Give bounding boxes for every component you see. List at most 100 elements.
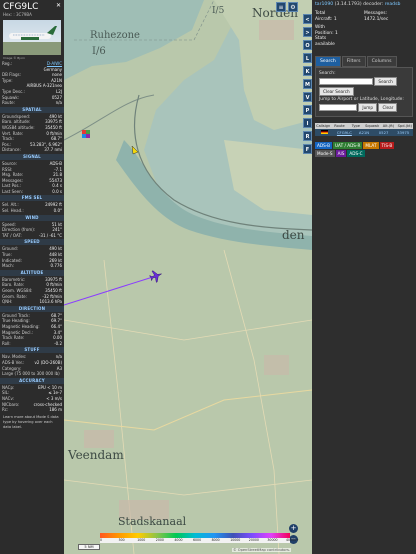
info-sections: SPATIAL Groundspeed: 490 kt Baro. altitude:… <box>0 106 64 413</box>
tab-search[interactable]: Search <box>315 55 341 67</box>
section-title[interactable]: WIND <box>0 214 64 221</box>
home-marker-icon <box>82 130 90 138</box>
jump-input[interactable] <box>319 103 357 111</box>
toggle-p-button[interactable]: P <box>303 105 312 115</box>
toggle-i-button[interactable]: I <box>303 118 312 128</box>
altitude-tick-label: 500 <box>118 538 125 542</box>
source-badge[interactable]: ADS-C <box>347 149 365 157</box>
source-badge[interactable]: ADS-B <box>315 141 332 149</box>
route-row: Route: n/a <box>2 100 62 106</box>
clear-search-button[interactable]: Clear Search <box>319 86 354 96</box>
row-altitude: 33975 <box>397 129 410 135</box>
source-badge[interactable]: Mode-S <box>315 149 335 157</box>
toggle-labels-button[interactable]: L <box>303 53 312 63</box>
layers-menu-button[interactable]: ≡ <box>276 2 286 12</box>
info-value: 0.0 s <box>52 188 62 194</box>
info-value: 0.776 <box>50 263 62 269</box>
info-value: 37.7 nmi <box>44 147 62 153</box>
toggle-v-button[interactable]: V <box>303 92 312 102</box>
stats-block: Total Aircraft: 1 With Position: 1 Stats… <box>312 9 416 50</box>
aircraft-photo[interactable] <box>3 20 61 55</box>
map-view[interactable]: I/5 Ruhezone I/6 Norden den Veendam Stad… <box>64 0 312 554</box>
flag-icon <box>315 129 335 136</box>
toggle-o-button[interactable]: O <box>303 40 312 50</box>
section-accuracy: ACCURACY NACp: EPU < 10 m SIL: ≤ 1e-7 NACv: < … <box>0 377 64 413</box>
section-title[interactable]: ACCURACY <box>0 377 64 384</box>
settings-gear-button[interactable]: ⚙ <box>288 2 298 12</box>
toggle-k-button[interactable]: K <box>303 66 312 76</box>
info-label: Distance: <box>2 147 21 153</box>
info-note: Learn more about Mode S data type by hov… <box>3 414 59 429</box>
search-tab-body: Search: Search Clear Search Jump to Airp… <box>315 66 413 117</box>
tar1090-link[interactable]: tar1090 <box>315 2 333 7</box>
altitude-tick-label: 1000 <box>137 538 146 542</box>
town-label-veendam: Veendam <box>68 448 124 462</box>
clear-jump-button[interactable]: Clear <box>378 102 398 112</box>
altitude-tick-label: 40000+ <box>286 538 299 542</box>
section-fms-sel: FMS SEL Sel. Alt.: 24992 ft Sel. Head.: 0.0° <box>0 195 64 213</box>
info-label: Last Seen: <box>2 188 23 194</box>
table-row[interactable]: CFG9LC A21N 0527 33975 <box>315 128 413 136</box>
map-canvas[interactable] <box>64 0 312 554</box>
source-badge[interactable]: TIS-B <box>379 141 395 149</box>
zone-label-ruhezone: Ruhezone <box>90 30 140 41</box>
altitude-tick-label: 20000 <box>248 538 259 542</box>
search-input[interactable] <box>319 77 373 85</box>
info-label: Mach: <box>2 263 14 269</box>
tab-columns[interactable]: Columns <box>366 55 397 67</box>
altitude-tick-label: 8000 <box>211 538 220 542</box>
section-title[interactable]: ALTITUDE <box>0 269 64 276</box>
info-label: QNH: <box>2 299 13 305</box>
source-legend: ADS-B UAT / ADS-R MLAT TIS-B Mode-S AIS ADS-C <box>315 141 413 157</box>
zoom-in-button[interactable]: + <box>289 524 298 533</box>
stats-available[interactable]: Stats available <box>315 36 340 47</box>
section-title[interactable]: SIGNAL <box>0 153 64 160</box>
info-row: Distance: 37.7 nmi <box>0 147 64 153</box>
info-row: Last Seen: 0.0 s <box>0 189 64 195</box>
zone-label-i6: I/6 <box>92 46 106 57</box>
row-squawk: 0527 <box>378 129 389 135</box>
search-button[interactable]: Search <box>374 76 397 86</box>
section-title[interactable]: FMS SEL <box>0 195 64 202</box>
toggle-f-button[interactable]: F <box>303 144 312 154</box>
panel-tabs: Search Filters Columns <box>315 55 413 67</box>
section-title[interactable]: STUFF <box>0 347 64 354</box>
altitude-tick-label: 2000 <box>155 538 164 542</box>
info-row: Mach: 0.776 <box>0 263 64 269</box>
town-label-den: den <box>282 228 305 242</box>
section-title[interactable]: DIRECTION <box>0 305 64 312</box>
version-text: (3.14.1793) decoder: <box>334 2 384 7</box>
zone-label-i5: I/5 <box>212 6 225 16</box>
jump-button[interactable]: Jump <box>358 102 378 112</box>
section-title[interactable]: SPEED <box>0 239 64 246</box>
row-callsign: CFG9LC <box>336 129 352 135</box>
altitude-tick-label: 4000 <box>174 538 183 542</box>
section-spatial: SPATIAL Groundspeed: 490 kt Baro. altitude:… <box>0 106 64 153</box>
section-wind: WIND Speed: 51 kt Direction (from): 241° TAT … <box>0 214 64 239</box>
altitude-tick-label: 10000 <box>230 538 241 542</box>
selected-callsign: CFG9LC <box>3 2 39 12</box>
selected-aircraft-infoblock: CFG9LC ✕ Hex: : 3C79BA Image © Bjorn Reg… <box>0 0 64 554</box>
altitude-tick-label: 0 <box>100 538 103 542</box>
toggle-sidebar-left-button[interactable]: < <box>303 14 312 24</box>
altitude-tick-label: 30000 <box>267 538 278 542</box>
toggle-m-button[interactable]: M <box>303 79 312 89</box>
source-badge[interactable]: AIS <box>335 149 347 157</box>
search-label: Search: <box>319 70 336 76</box>
toggle-sidebar-right-button[interactable]: > <box>303 27 312 37</box>
section-speed: SPEED Ground: 490 kt True: 448 kt Indicated: 2… <box>0 239 64 268</box>
total-aircraft: Total Aircraft: 1 <box>315 11 337 22</box>
toggle-r-button[interactable]: R <box>303 131 312 141</box>
section-title[interactable]: SPATIAL <box>0 106 64 113</box>
section-direction: DIRECTION Ground Track: 68.7° True Heading:… <box>0 305 64 347</box>
jump-label: Jump to Airport or Latitude, Longitude: <box>319 96 404 102</box>
info-row: Roll: -0.2 <box>0 341 64 347</box>
close-icon[interactable]: ✕ <box>56 2 61 9</box>
map-attribution[interactable]: © OpenStreetMap contributors. <box>232 548 291 552</box>
source-badge[interactable]: UAT / ADS-R <box>332 141 363 149</box>
decoder-link[interactable]: readsb <box>385 2 401 7</box>
source-badge[interactable]: MLAT <box>363 141 379 149</box>
info-row: TAT / OAT: -31 / -61 °C <box>0 233 64 239</box>
info-label: Roll: <box>2 340 11 346</box>
tab-filters[interactable]: Filters <box>341 55 366 67</box>
